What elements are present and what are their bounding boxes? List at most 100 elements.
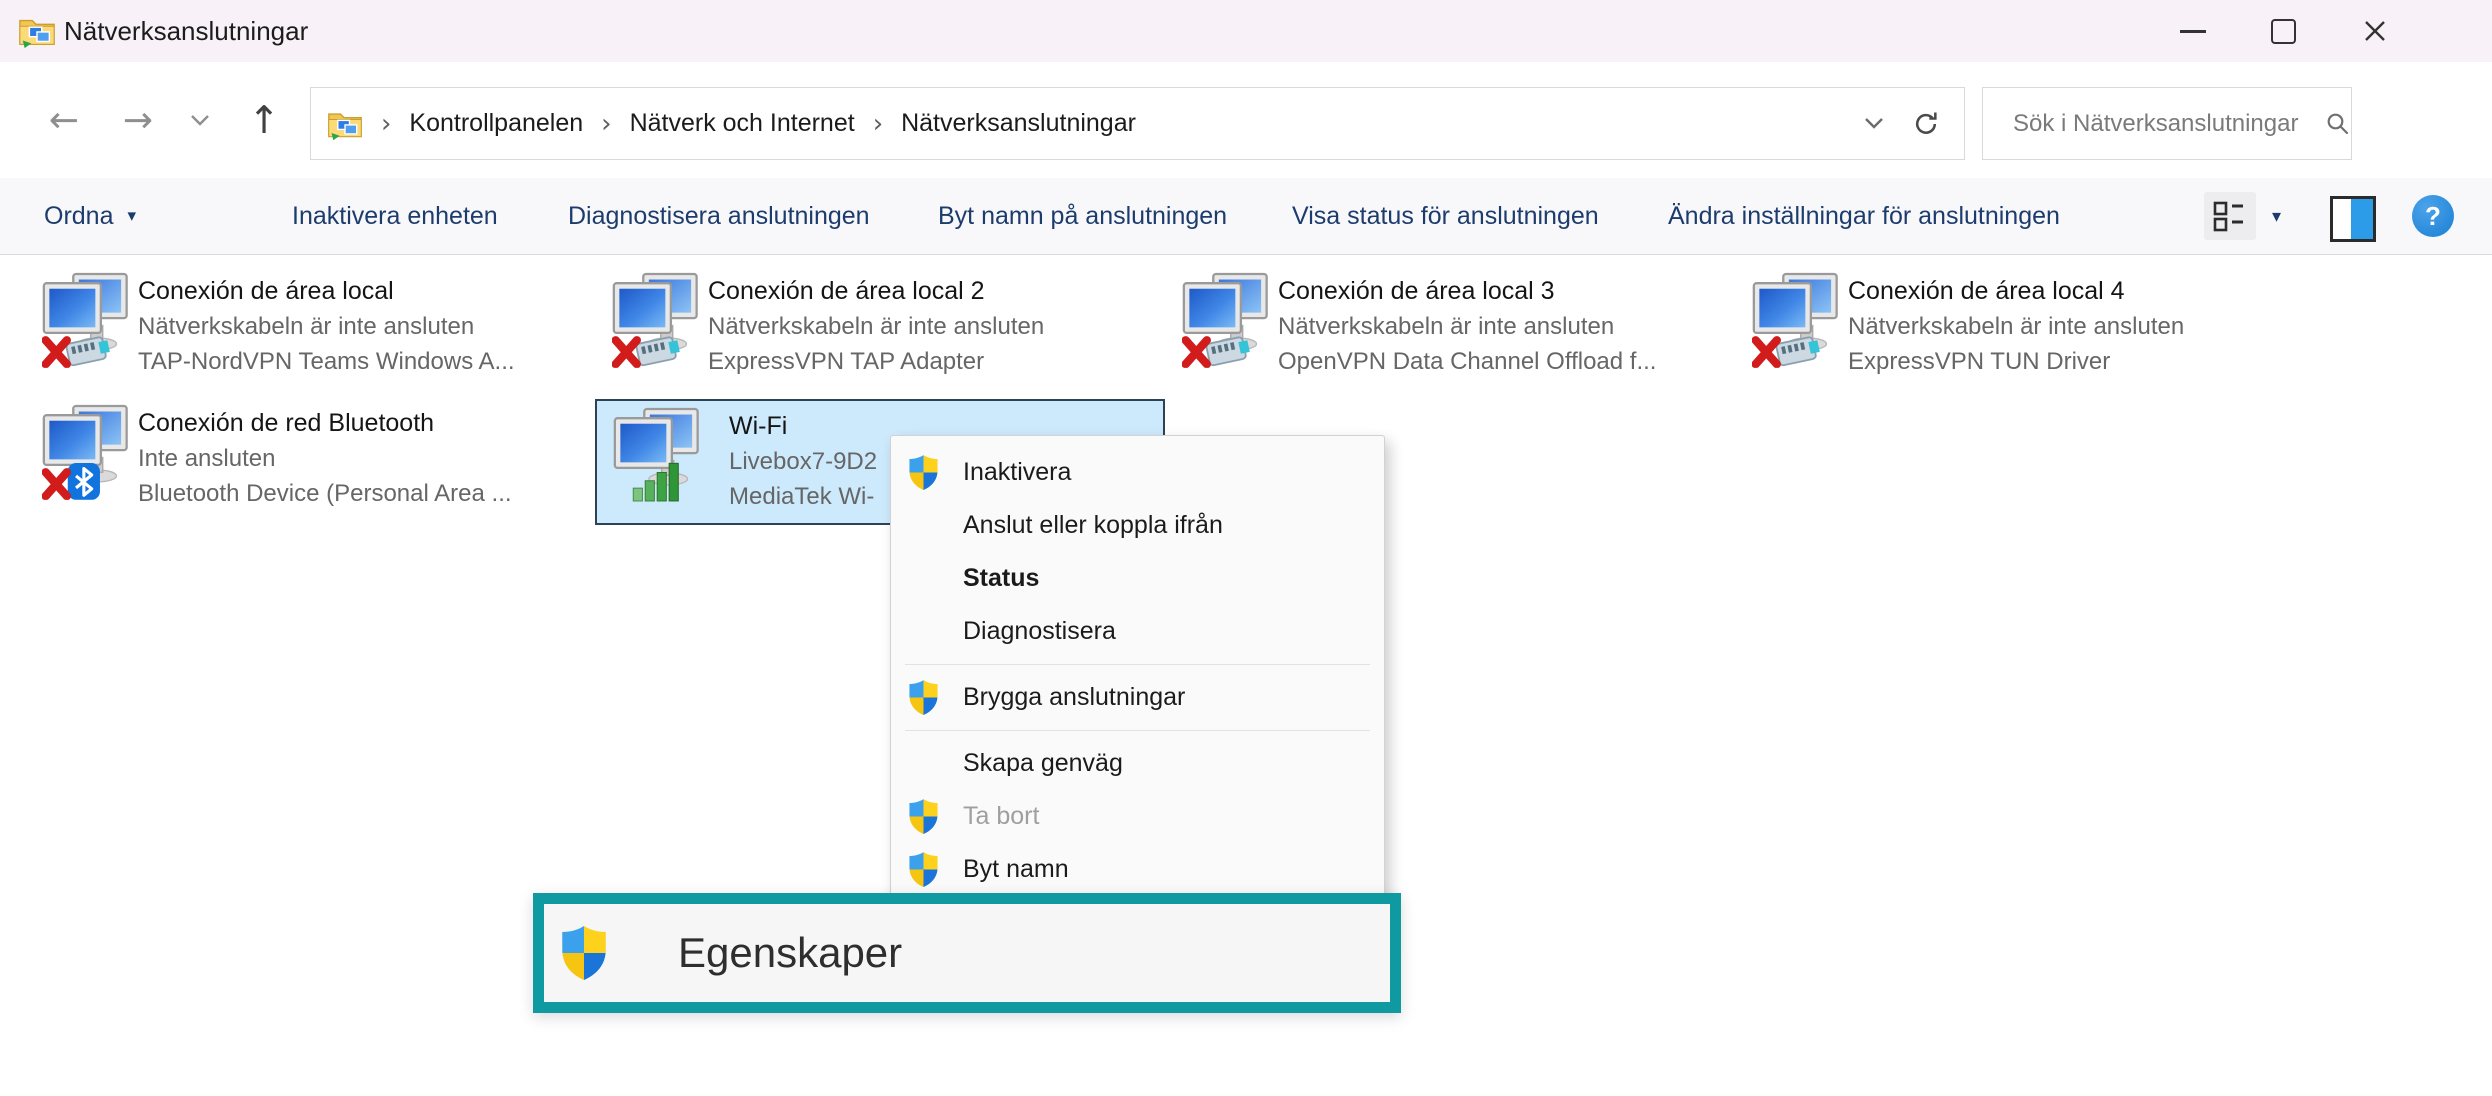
connection-status: Nätverkskabeln är inte ansluten bbox=[708, 309, 1044, 344]
menu-separator bbox=[905, 730, 1370, 731]
connection-name: Conexión de red Bluetooth bbox=[138, 406, 512, 441]
connection-device: OpenVPN Data Channel Offload f... bbox=[1278, 344, 1656, 379]
connection-tile[interactable]: Conexión de área local 2 Nätverkskabeln … bbox=[610, 268, 1180, 394]
menu-item-skapa-genvag[interactable]: Skapa genväg bbox=[891, 737, 1384, 790]
connection-tile[interactable]: Conexión de red Bluetooth Inte ansluten … bbox=[40, 400, 610, 526]
caret-down-icon: ▾ bbox=[127, 206, 136, 226]
view-list-icon bbox=[2210, 196, 2250, 236]
rename-connection-command[interactable]: Byt namn på anslutningen bbox=[938, 178, 1227, 254]
preview-pane-icon bbox=[2351, 199, 2373, 239]
recent-locations-button[interactable] bbox=[178, 62, 222, 178]
disable-device-command[interactable]: Inaktivera enheten bbox=[292, 178, 498, 254]
change-settings-label: Ändra inställningar för anslutningen bbox=[1668, 202, 2060, 231]
change-settings-command[interactable]: Ändra inställningar för anslutningen bbox=[1668, 178, 2060, 254]
connection-status: Nätverkskabeln är inte ansluten bbox=[1848, 309, 2184, 344]
maximize-button[interactable] bbox=[2250, 6, 2316, 56]
organize-menu-button[interactable]: Ordna ▾ bbox=[44, 178, 136, 254]
address-folder-icon bbox=[327, 106, 363, 142]
title-bar: Nätverksanslutningar bbox=[0, 0, 2492, 62]
help-icon: ? bbox=[2425, 201, 2441, 232]
refresh-icon bbox=[1910, 108, 1942, 140]
search-box[interactable] bbox=[1982, 87, 2352, 160]
menu-item-label: Status bbox=[963, 564, 1039, 593]
connection-device: TAP-NordVPN Teams Windows A... bbox=[138, 344, 515, 379]
connection-status: Nätverkskabeln är inte ansluten bbox=[138, 309, 515, 344]
breadcrumb-separator: › bbox=[601, 109, 611, 139]
connection-name: Conexión de área local 4 bbox=[1848, 274, 2184, 309]
menu-item-egenskaper-highlight[interactable]: Egenskaper bbox=[533, 893, 1401, 1013]
uac-shield-icon bbox=[560, 924, 608, 982]
help-button[interactable]: ? bbox=[2412, 195, 2454, 237]
connection-device: ExpressVPN TUN Driver bbox=[1848, 344, 2184, 379]
address-bar[interactable]: › Kontrollpanelen › Nätverk och Internet… bbox=[310, 87, 1965, 160]
connection-tile[interactable]: Conexión de área local 4 Nätverkskabeln … bbox=[1750, 268, 2320, 394]
close-icon bbox=[2362, 18, 2388, 44]
back-icon: ← bbox=[49, 100, 79, 141]
back-button[interactable]: ← bbox=[36, 62, 92, 178]
uac-shield-icon bbox=[908, 454, 939, 491]
change-view-dropdown[interactable]: ▾ bbox=[2272, 178, 2281, 254]
chevron-down-icon bbox=[1862, 114, 1886, 132]
menu-item-brygga-anslutningar[interactable]: Brygga anslutningar bbox=[891, 671, 1384, 724]
network-connections-window: Nätverksanslutningar ← → ↑ › Kontrollpan… bbox=[0, 0, 2492, 1096]
menu-item-egenskaper-label: Egenskaper bbox=[678, 929, 902, 977]
connection-status: Nätverkskabeln är inte ansluten bbox=[1278, 309, 1656, 344]
organize-label: Ordna bbox=[44, 202, 113, 231]
diagnose-connection-command[interactable]: Diagnostisera anslutningen bbox=[568, 178, 870, 254]
minimize-button[interactable] bbox=[2160, 6, 2226, 56]
menu-item-diagnostisera[interactable]: Diagnostisera bbox=[891, 605, 1384, 658]
menu-item-label: Diagnostisera bbox=[963, 617, 1116, 646]
menu-item-label: Brygga anslutningar bbox=[963, 683, 1185, 712]
context-menu: Inaktivera Anslut eller koppla ifrån Sta… bbox=[890, 435, 1385, 955]
lan-disconnected-icon bbox=[612, 272, 704, 368]
menu-item-anslut-koppla[interactable]: Anslut eller koppla ifrån bbox=[891, 499, 1384, 552]
navigation-bar: ← → ↑ › Kontrollpanelen › Nätverk och In… bbox=[0, 62, 2492, 178]
connection-name: Conexión de área local 3 bbox=[1278, 274, 1656, 309]
lan-disconnected-icon bbox=[1182, 272, 1274, 368]
minimize-icon bbox=[2180, 30, 2206, 33]
forward-button[interactable]: → bbox=[110, 62, 166, 178]
menu-item-label: Byt namn bbox=[963, 855, 1069, 884]
connection-tile[interactable]: Conexión de área local 3 Nätverkskabeln … bbox=[1180, 268, 1750, 394]
menu-item-ta-bort[interactable]: Ta bort bbox=[891, 790, 1384, 843]
connection-name: Conexión de área local 2 bbox=[708, 274, 1044, 309]
menu-item-inaktivera[interactable]: Inaktivera bbox=[891, 446, 1384, 499]
preview-pane-button[interactable] bbox=[2330, 196, 2376, 242]
breadcrumb-separator: › bbox=[873, 109, 883, 139]
diagnose-label: Diagnostisera anslutningen bbox=[568, 202, 870, 231]
wifi-connected-icon bbox=[613, 407, 705, 503]
uac-shield-icon bbox=[908, 679, 939, 716]
refresh-button[interactable] bbox=[1910, 108, 1942, 140]
forward-icon: → bbox=[123, 100, 153, 141]
up-button[interactable]: ↑ bbox=[236, 62, 292, 178]
menu-item-byt-namn[interactable]: Byt namn bbox=[891, 843, 1384, 896]
menu-item-label: Inaktivera bbox=[963, 458, 1071, 487]
breadcrumb-separator: › bbox=[381, 109, 391, 139]
rename-label: Byt namn på anslutningen bbox=[938, 202, 1227, 231]
connection-device: ExpressVPN TAP Adapter bbox=[708, 344, 1044, 379]
breadcrumb-natverk-och-internet[interactable]: Nätverk och Internet bbox=[630, 109, 855, 138]
disable-device-label: Inaktivera enheten bbox=[292, 202, 498, 231]
connection-device: Bluetooth Device (Personal Area ... bbox=[138, 476, 512, 511]
close-button[interactable] bbox=[2342, 6, 2408, 56]
menu-separator bbox=[905, 664, 1370, 665]
connection-tile[interactable]: Conexión de área local Nätverkskabeln är… bbox=[40, 268, 610, 394]
view-status-command[interactable]: Visa status för anslutningen bbox=[1292, 178, 1599, 254]
connection-name: Conexión de área local bbox=[138, 274, 515, 309]
caret-down-icon: ▾ bbox=[2272, 206, 2281, 227]
chevron-down-icon bbox=[189, 113, 211, 127]
uac-shield-icon bbox=[908, 798, 939, 835]
breadcrumb-kontrollpanelen[interactable]: Kontrollpanelen bbox=[409, 109, 583, 138]
menu-item-label: Skapa genväg bbox=[963, 749, 1123, 778]
uac-shield-icon bbox=[908, 851, 939, 888]
change-view-button[interactable] bbox=[2204, 192, 2256, 240]
window-title: Nätverksanslutningar bbox=[64, 16, 308, 47]
menu-item-status[interactable]: Status bbox=[891, 552, 1384, 605]
breadcrumb-natverksanslutningar[interactable]: Nätverksanslutningar bbox=[901, 109, 1136, 138]
menu-item-label: Anslut eller koppla ifrån bbox=[963, 511, 1223, 540]
address-dropdown-button[interactable] bbox=[1862, 114, 1886, 132]
search-input[interactable] bbox=[2011, 109, 2325, 139]
connection-device: MediaTek Wi- bbox=[729, 479, 877, 514]
maximize-icon bbox=[2271, 19, 2296, 44]
bluetooth-disconnected-icon bbox=[42, 404, 134, 500]
